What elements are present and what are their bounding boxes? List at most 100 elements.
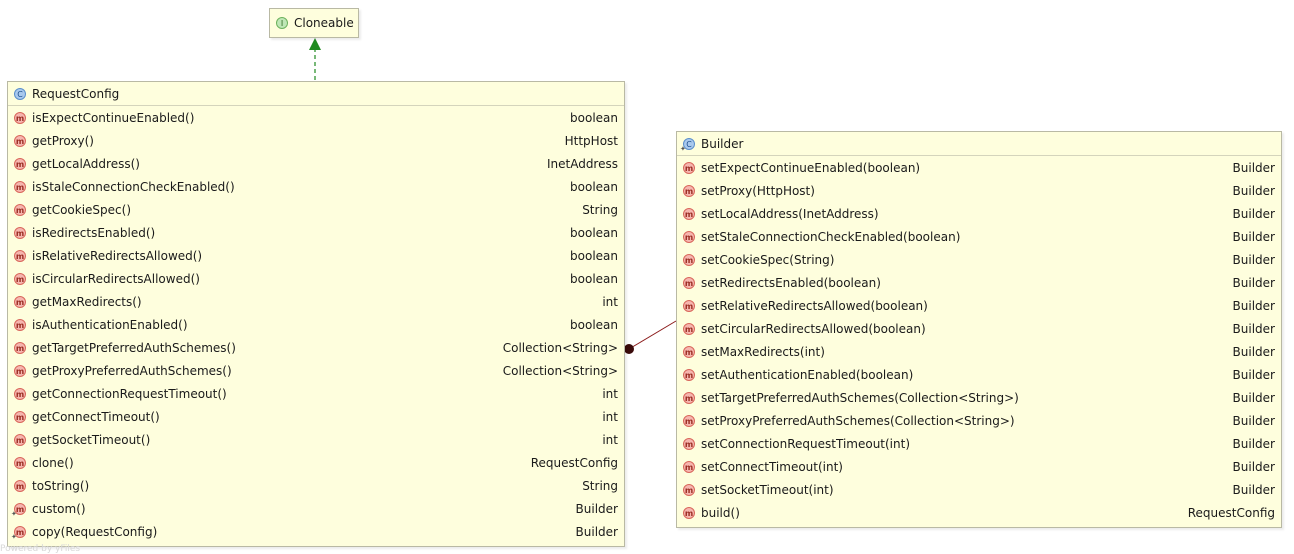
method-return-type: int	[602, 386, 618, 401]
method-return-type: Collection<String>	[502, 363, 618, 378]
method-row[interactable]: m setConnectionRequestTimeout(int) Builder	[677, 432, 1281, 455]
method-row[interactable]: m isCircularRedirectsAllowed() boolean	[8, 267, 624, 290]
method-return-type: Builder	[1232, 344, 1275, 359]
method-row[interactable]: m ✦ custom() Builder	[8, 497, 624, 520]
builder-title: Builder	[701, 136, 744, 151]
method-name: build()	[701, 505, 740, 520]
method-icon: m	[683, 437, 695, 450]
method-return-type: RequestConfig	[1187, 505, 1275, 520]
method-icon: m	[683, 368, 695, 381]
method-name: getConnectTimeout()	[32, 409, 160, 424]
method-row[interactable]: m isRedirectsEnabled() boolean	[8, 221, 624, 244]
method-name: isAuthenticationEnabled()	[32, 317, 188, 332]
method-icon: m	[14, 249, 26, 262]
builder-class-box[interactable]: C ✦ Builder m setExpectContinueEnabled(bo…	[676, 131, 1282, 528]
request-config-method-list: m isExpectContinueEnabled() boolean m getPro…	[8, 106, 624, 543]
method-return-type: boolean	[570, 110, 618, 125]
method-return-type: String	[582, 478, 618, 493]
method-icon: m	[683, 506, 695, 519]
method-name: setSocketTimeout(int)	[701, 482, 834, 497]
method-icon: m	[14, 272, 26, 285]
method-icon: m	[683, 184, 695, 197]
method-return-type: int	[602, 432, 618, 447]
method-row[interactable]: m getMaxRedirects() int	[8, 290, 624, 313]
method-icon: m	[14, 341, 26, 354]
method-row[interactable]: m getProxy() HttpHost	[8, 129, 624, 152]
method-return-type: boolean	[570, 271, 618, 286]
method-return-type: Builder	[1232, 459, 1275, 474]
method-row[interactable]: m isExpectContinueEnabled() boolean	[8, 106, 624, 129]
static-marker-icon: ✦	[11, 510, 17, 518]
method-row[interactable]: m setCircularRedirectsAllowed(boolean) Bui…	[677, 317, 1281, 340]
method-row[interactable]: m getConnectionRequestTimeout() int	[8, 382, 624, 405]
method-icon: m	[14, 410, 26, 423]
method-icon: m	[14, 479, 26, 492]
method-row[interactable]: m build() RequestConfig	[677, 501, 1281, 524]
method-row[interactable]: m setRedirectsEnabled(boolean) Builder	[677, 271, 1281, 294]
builder-header: C ✦ Builder	[677, 132, 1281, 156]
method-row[interactable]: m isAuthenticationEnabled() boolean	[8, 313, 624, 336]
method-row[interactable]: m setRelativeRedirectsAllowed(boolean) Bui…	[677, 294, 1281, 317]
request-config-title: RequestConfig	[32, 86, 120, 101]
method-name: isCircularRedirectsAllowed()	[32, 271, 200, 286]
method-name: toString()	[32, 478, 90, 493]
method-return-type: Builder	[1232, 321, 1275, 336]
method-name: setRelativeRedirectsAllowed(boolean)	[701, 298, 928, 313]
method-return-type: boolean	[570, 179, 618, 194]
method-row[interactable]: m isStaleConnectionCheckEnabled() boolean	[8, 175, 624, 198]
method-icon: m	[683, 253, 695, 266]
method-row[interactable]: m setProxy(HttpHost) Builder	[677, 179, 1281, 202]
method-name: copy(RequestConfig)	[32, 524, 158, 539]
method-row[interactable]: m getTargetPreferredAuthSchemes() Collecti…	[8, 336, 624, 359]
method-row[interactable]: m setLocalAddress(InetAddress) Builder	[677, 202, 1281, 225]
method-row[interactable]: m clone() RequestConfig	[8, 451, 624, 474]
cloneable-interface-box[interactable]: I Cloneable	[269, 8, 359, 38]
method-row[interactable]: m setMaxRedirects(int) Builder	[677, 340, 1281, 363]
method-icon: m	[14, 180, 26, 193]
method-row[interactable]: m setSocketTimeout(int) Builder	[677, 478, 1281, 501]
method-row[interactable]: m setStaleConnectionCheckEnabled(boolean)…	[677, 225, 1281, 248]
method-row[interactable]: m getSocketTimeout() int	[8, 428, 624, 451]
method-icon: m	[14, 364, 26, 377]
method-row[interactable]: m setConnectTimeout(int) Builder	[677, 455, 1281, 478]
method-row[interactable]: m ✦ copy(RequestConfig) Builder	[8, 520, 624, 543]
method-icon: m	[683, 483, 695, 496]
method-name: isStaleConnectionCheckEnabled()	[32, 179, 235, 194]
method-return-type: int	[602, 294, 618, 309]
request-config-class-box[interactable]: C RequestConfig m isExpectContinueEnabled…	[7, 81, 625, 547]
method-return-type: Collection<String>	[502, 340, 618, 355]
method-icon: m	[683, 414, 695, 427]
method-icon: m	[683, 230, 695, 243]
method-name: setCircularRedirectsAllowed(boolean)	[701, 321, 926, 336]
method-row[interactable]: m getLocalAddress() InetAddress	[8, 152, 624, 175]
method-row[interactable]: m setTargetPreferredAuthSchemes(Collectio…	[677, 386, 1281, 409]
method-name: getCookieSpec()	[32, 202, 132, 217]
method-row[interactable]: m getConnectTimeout() int	[8, 405, 624, 428]
method-name: setConnectionRequestTimeout(int)	[701, 436, 911, 451]
method-name: getConnectionRequestTimeout()	[32, 386, 227, 401]
method-icon: m	[14, 111, 26, 124]
method-row[interactable]: m toString() String	[8, 474, 624, 497]
method-row[interactable]: m setProxyPreferredAuthSchemes(Collection…	[677, 409, 1281, 432]
method-row[interactable]: m setCookieSpec(String) Builder	[677, 248, 1281, 271]
method-return-type: boolean	[570, 248, 618, 263]
method-row[interactable]: m getProxyPreferredAuthSchemes() Collectio…	[8, 359, 624, 382]
method-icon: m	[14, 157, 26, 170]
method-name: getProxy()	[32, 133, 94, 148]
method-return-type: Builder	[1232, 160, 1275, 175]
method-icon: m	[683, 161, 695, 174]
method-name: setLocalAddress(InetAddress)	[701, 206, 879, 221]
method-row[interactable]: m setExpectContinueEnabled(boolean) Builde…	[677, 156, 1281, 179]
method-icon: m	[14, 203, 26, 216]
method-return-type: Builder	[1232, 413, 1275, 428]
method-row[interactable]: m setAuthenticationEnabled(boolean) Builde…	[677, 363, 1281, 386]
method-icon: m	[683, 322, 695, 335]
method-icon: m	[14, 226, 26, 239]
method-name: getMaxRedirects()	[32, 294, 142, 309]
method-name: setMaxRedirects(int)	[701, 344, 825, 359]
method-return-type: boolean	[570, 225, 618, 240]
method-row[interactable]: m getCookieSpec() String	[8, 198, 624, 221]
method-row[interactable]: m isRelativeRedirectsAllowed() boolean	[8, 244, 624, 267]
method-return-type: Builder	[1232, 482, 1275, 497]
method-return-type: Builder	[1232, 229, 1275, 244]
